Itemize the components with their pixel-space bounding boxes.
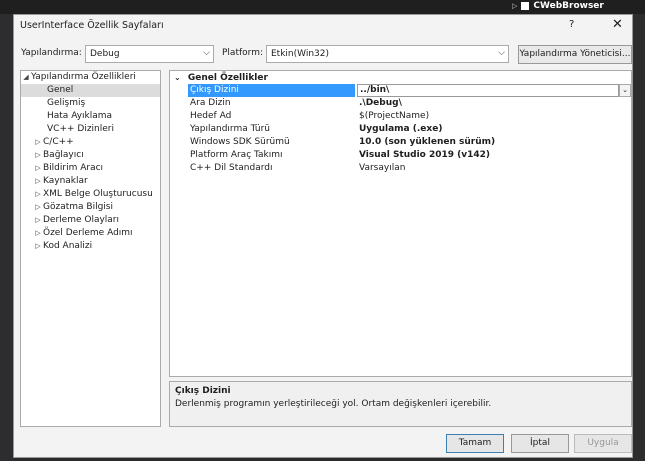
configuration-value: Debug [90,49,120,59]
expand-triangle-icon[interactable]: ▷ [33,162,43,175]
background-app-tab[interactable]: ▷ CWebBrowser [512,1,604,11]
platform-label: Platform: [222,48,263,58]
property-row[interactable]: Hedef Ad $(ProjectName) [170,110,631,123]
tree-item-label: Gözatma Bilgisi [43,202,113,212]
collapse-chevron-icon[interactable]: ⌄ [174,73,181,82]
property-value[interactable]: Varsayılan [357,162,621,175]
tree-item[interactable]: ▷ Özel Derleme Adımı [21,227,160,240]
platform-select[interactable]: Etkin(Win32) ⌵ [266,45,509,63]
background-titlebar: ▷ CWebBrowser [0,0,645,14]
chevron-down-icon: ⌵ [203,48,210,58]
tree-item[interactable]: VC++ Dizinleri [21,123,160,136]
tree-item[interactable]: ▷ C/C++ [21,136,160,149]
property-value[interactable]: 10.0 (son yüklenen sürüm) [357,136,621,149]
app-icon [521,2,530,10]
dialog-title: UserInterface Özellik Sayfaları [20,20,164,31]
chevron-down-icon: ⌵ [498,48,505,58]
expand-triangle-icon[interactable]: ▷ [33,136,43,149]
expand-triangle-icon[interactable]: ▷ [33,214,43,227]
tree-item-label: Kod Analizi [43,241,93,251]
tree-item-label: Gelişmiş [47,98,86,108]
expand-triangle-icon[interactable]: ▷ [33,188,43,201]
configuration-manager-button[interactable]: Yapılandırma Yöneticisi... [518,45,632,64]
property-row[interactable]: Ara Dizin .\Debug\ [170,97,631,110]
description-title: Çıkış Dizini [175,386,231,396]
tree-item[interactable]: Hata Ayıklama [21,110,160,123]
tree-item[interactable]: ▷ Gözatma Bilgisi [21,201,160,214]
grid-category-header[interactable]: ⌄ Genel Özellikler [170,71,631,84]
property-name: Yapılandırma Türü [190,124,270,134]
background-right-panel [633,14,645,461]
property-row[interactable]: Yapılandırma Türü Uygulama (.exe) [170,123,631,136]
ok-button[interactable]: Tamam [446,434,504,453]
configuration-toolbar: Yapılandırma: Debug ⌵ Platform: Etkin(Wi… [14,45,632,65]
expand-triangle-icon[interactable]: ▷ [33,240,43,253]
tree-item-label: Genel [47,85,74,95]
property-name: Windows SDK Sürümü [190,137,290,147]
property-name: C++ Dil Standardı [190,163,273,173]
tree-item-label: Özel Derleme Adımı [43,228,133,238]
help-button[interactable]: ? [569,19,574,30]
background-app-title: CWebBrowser [533,1,604,11]
tree-item[interactable]: ▷ Derleme Olayları [21,214,160,227]
property-name: Hedef Ad [190,111,232,121]
cancel-button[interactable]: İptal [511,434,569,453]
property-name: Platform Araç Takımı [190,150,283,160]
collapse-triangle-icon[interactable]: ◢ [21,71,31,84]
configuration-select[interactable]: Debug ⌵ [85,45,214,63]
expand-triangle-icon[interactable]: ▷ [33,149,43,162]
property-row[interactable]: Platform Araç Takımı Visual Studio 2019 (… [170,149,631,162]
tree-item-label: C/C++ [43,137,74,147]
expand-triangle-icon[interactable]: ▷ [33,175,43,188]
tree-item-label: Bağlayıcı [43,150,84,160]
close-button[interactable]: ✕ [612,17,623,32]
property-tree[interactable]: ◢ Yapılandırma Özellikleri Genel Gelişmiş H… [20,70,161,427]
tree-item-label: Bildirim Aracı [43,163,104,173]
tree-item-label: Hata Ayıklama [47,111,113,121]
value-dropdown-button[interactable]: ⌄ [619,84,631,97]
tree-item-label: XML Belge Oluşturucusu [43,189,153,199]
property-value[interactable]: .\Debug\ [357,97,621,110]
tree-root-label: Yapılandırma Özellikleri [31,72,136,82]
property-value[interactable]: Uygulama (.exe) [357,123,621,136]
background-left-panel [0,14,13,461]
grid-category-label: Genel Özellikler [187,73,268,83]
tree-item[interactable]: Gelişmiş [21,97,160,110]
tree-item[interactable]: ▷ Kaynaklar [21,175,160,188]
expand-triangle-icon[interactable]: ▷ [33,201,43,214]
tree-item-label: Kaynaklar [43,176,88,186]
property-row[interactable]: Çıkış Dizini ../bin\ ⌄ [170,84,631,97]
expand-triangle-icon[interactable]: ▷ [33,227,43,240]
property-value[interactable]: $(ProjectName) [357,110,621,123]
property-pages-dialog: UserInterface Özellik Sayfaları ? ✕ Yapı… [13,14,633,458]
property-row[interactable]: C++ Dil Standardı Varsayılan [170,162,631,175]
tree-item[interactable]: ▷ Bağlayıcı [21,149,160,162]
dialog-titlebar: UserInterface Özellik Sayfaları ? ✕ [14,15,632,37]
description-text: Derlenmiş programın yerleştirileceği yol… [175,399,492,409]
configuration-label: Yapılandırma: [21,48,82,58]
property-name: Çıkış Dizini [188,84,355,97]
tree-item[interactable]: ▷ Bildirim Aracı [21,162,160,175]
property-value[interactable]: Visual Studio 2019 (v142) [357,149,621,162]
tree-item[interactable]: Genel [21,84,160,97]
property-row[interactable]: Windows SDK Sürümü 10.0 (son yüklenen sür… [170,136,631,149]
tree-item[interactable]: ▷ XML Belge Oluşturucusu [21,188,160,201]
property-name: Ara Dizin [190,98,231,108]
tree-item-label: VC++ Dizinleri [47,124,114,134]
play-icon: ▷ [512,2,518,10]
apply-button[interactable]: Uygula [574,434,632,453]
tree-root-node[interactable]: ◢ Yapılandırma Özellikleri [21,71,160,84]
tree-item[interactable]: ▷ Kod Analizi [21,240,160,253]
property-value[interactable]: ../bin\ [357,84,619,97]
tree-item-label: Derleme Olayları [43,215,120,225]
property-grid[interactable]: ⌄ Genel Özellikler Çıkış Dizini ../bin\ ⌄ A… [169,70,632,377]
platform-value: Etkin(Win32) [271,49,330,59]
description-panel: Çıkış Dizini Derlenmiş programın yerleşt… [169,381,632,427]
